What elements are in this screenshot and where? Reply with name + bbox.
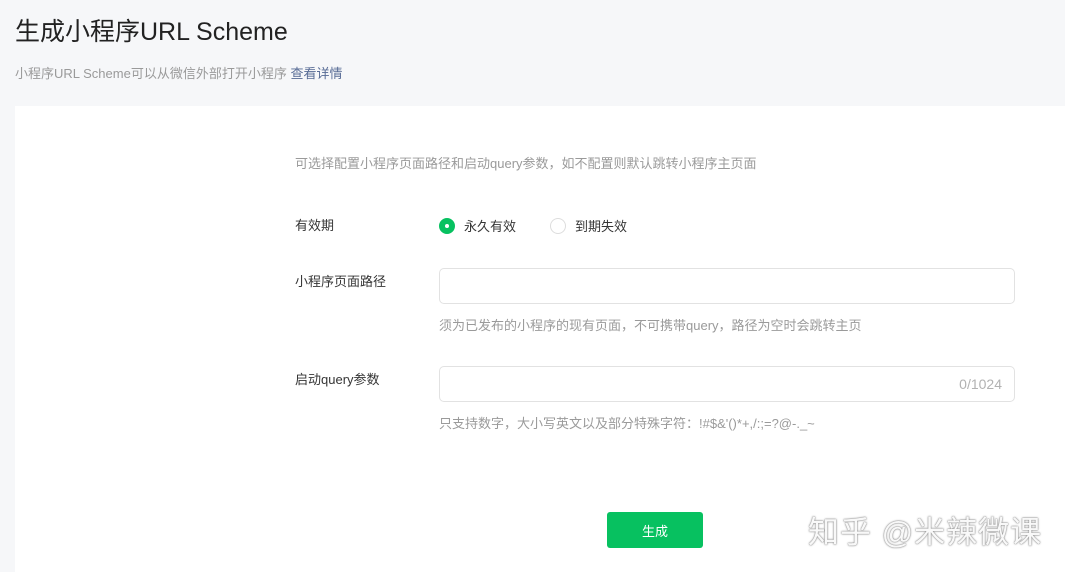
details-link[interactable]: 查看详情 bbox=[290, 66, 342, 81]
radio-label: 永久有效 bbox=[464, 219, 517, 234]
radio-label: 到期失效 bbox=[575, 219, 628, 234]
query-tip: 只支持数字，大小写英文以及部分特殊字符：!#$&'()*+,/:;=?@-._~ bbox=[439, 416, 815, 431]
path-label: 小程序页面路径 bbox=[295, 274, 387, 289]
path-input[interactable] bbox=[439, 268, 1015, 304]
radio-expire[interactable]: 到期失效 bbox=[550, 216, 627, 235]
query-input[interactable]: 0/1024 bbox=[439, 366, 1015, 402]
query-label: 启动query参数 bbox=[295, 372, 380, 387]
page-title: 生成小程序URL Scheme bbox=[15, 18, 288, 46]
form-hint: 可选择配置小程序页面路径和启动query参数，如不配置则默认跳转小程序主页面 bbox=[295, 156, 757, 171]
page-subtitle: 小程序URL Scheme可以从微信外部打开小程序 查看详情 bbox=[15, 63, 342, 82]
validity-label: 有效期 bbox=[295, 218, 335, 233]
generate-button[interactable]: 生成 bbox=[607, 512, 703, 548]
subtitle-text: 小程序URL Scheme可以从微信外部打开小程序 bbox=[15, 66, 287, 81]
char-counter: 0/1024 bbox=[959, 376, 1002, 392]
form-card bbox=[15, 106, 1065, 572]
path-tip: 须为已发布的小程序的现有页面，不可携带query，路径为空时会跳转主页 bbox=[439, 318, 862, 333]
radio-checked-icon bbox=[439, 217, 455, 234]
radio-permanent[interactable]: 永久有效 bbox=[439, 216, 516, 235]
watermark: 知乎 @米辣微课 bbox=[808, 515, 1043, 550]
radio-unchecked-icon bbox=[550, 217, 566, 234]
